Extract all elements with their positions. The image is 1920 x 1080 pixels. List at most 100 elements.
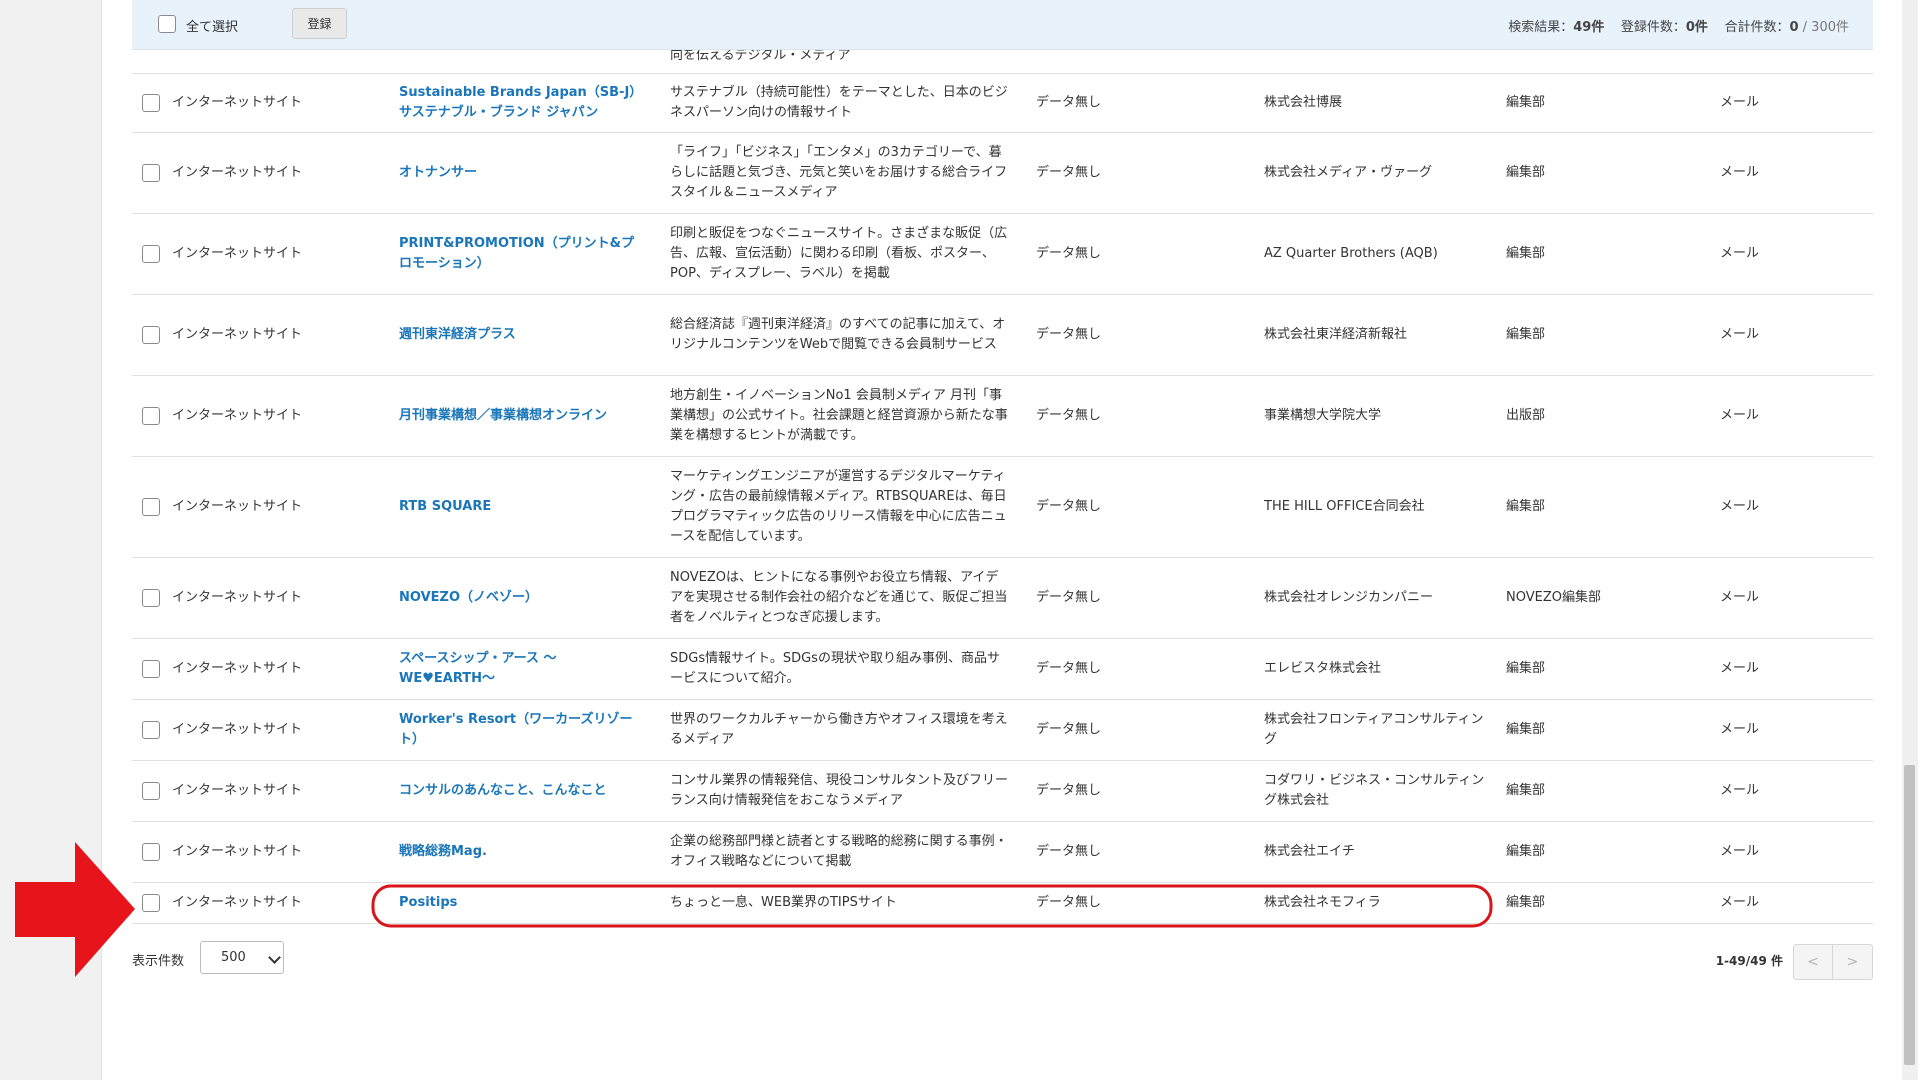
row-description: NOVEZOは、ヒントになる事例やお役立ち情報、アイデアを実現させる制作会社の紹… <box>670 570 1008 625</box>
row-description: 「ライフ」「ビジネス」「エンタメ」の3カテゴリーで、暮らしに話題と気づき、元気と… <box>670 145 1008 200</box>
row-department: 編集部 <box>1506 661 1546 676</box>
row-checkbox[interactable] <box>142 407 160 425</box>
row-checkbox[interactable] <box>142 326 160 344</box>
prev-page-button[interactable]: < <box>1793 944 1833 980</box>
row-company: 事業構想大学院大学 <box>1264 408 1382 423</box>
row-type: インターネットサイト <box>172 408 303 423</box>
total-count-label: 合計件数： <box>1724 20 1790 35</box>
row-description: 世界のワークカルチャーから働き方やオフィス環境を考えるメディア <box>670 712 1008 747</box>
row-department: 編集部 <box>1506 895 1546 910</box>
table-row: インターネットサイト PRINT&PROMOTION（プリント&プロモーション） 印… <box>132 214 1873 295</box>
scrollbar-thumb[interactable] <box>1904 765 1915 1065</box>
row-description: サステナブル（持続可能性）をテーマとした、日本のビジネスパーソン向けの情報サイト <box>670 84 1008 120</box>
row-media-name-link[interactable]: 週刊東洋経済プラス <box>399 325 639 345</box>
row-media-name-link[interactable]: 戦略総務Mag. <box>399 842 639 862</box>
row-media-name-link[interactable]: RTB SQUARE <box>399 497 639 517</box>
row-description: 地方創生・イノベーションNo1 会員制メディア 月刊「事業構想」の公式サイト。社… <box>670 388 1008 443</box>
row-media-name-link[interactable]: PRINT&PROMOTION（プリント&プロモーション） <box>399 234 639 274</box>
row-type: インターネットサイト <box>172 661 303 676</box>
row-data-status: データ無し <box>1036 722 1102 737</box>
row-checkbox[interactable] <box>142 164 160 182</box>
per-page-value: 500 <box>221 950 246 965</box>
row-contact-method: メール <box>1720 327 1760 342</box>
row-checkbox[interactable] <box>142 93 160 112</box>
table-row: インターネットサイト Worker's Resort（ワーカーズリゾート） 世界のワ… <box>132 700 1873 761</box>
row-contact-method: メール <box>1720 165 1760 180</box>
row-checkbox[interactable] <box>142 589 160 607</box>
row-checkbox[interactable] <box>142 660 160 678</box>
row-type: インターネットサイト <box>172 722 303 737</box>
row-type: インターネットサイト <box>172 895 303 910</box>
row-department: 編集部 <box>1506 246 1546 261</box>
row-media-name-link[interactable]: スペースシップ・アース ～WE♥EARTH～ <box>399 649 639 689</box>
row-data-status: データ無し <box>1036 783 1102 798</box>
row-department: 編集部 <box>1506 499 1546 514</box>
row-department: 編集部 <box>1506 94 1546 110</box>
row-checkbox[interactable] <box>142 721 160 739</box>
row-data-status: データ無し <box>1036 499 1102 514</box>
row-type: インターネットサイト <box>172 844 303 859</box>
row-checkbox[interactable] <box>142 782 160 800</box>
result-stats: 検索結果：49件 登録件数：0件 合計件数：0 / 300件 <box>1508 16 1849 35</box>
red-arrow-annotation <box>15 842 135 977</box>
row-media-name-link[interactable]: Worker's Resort（ワーカーズリゾート） <box>399 710 639 750</box>
table-row: インターネットサイト スペースシップ・アース ～WE♥EARTH～ SDGs情報サイ… <box>132 639 1873 700</box>
row-data-status: データ無し <box>1036 661 1102 676</box>
row-type: インターネットサイト <box>172 590 303 605</box>
select-all-checkbox[interactable] <box>158 15 176 33</box>
row-contact-method: メール <box>1720 246 1760 261</box>
total-count-max: / 300件 <box>1798 20 1849 35</box>
registered-count-value: 0件 <box>1685 20 1708 35</box>
row-department: 編集部 <box>1506 783 1546 798</box>
search-results-value: 49件 <box>1573 20 1605 35</box>
total-count-value: 0 <box>1789 20 1799 35</box>
row-company: 株式会社東洋経済新報社 <box>1264 327 1408 342</box>
row-description: 総合経済誌『週刊東洋経済』のすべての記事に加えて、オリジナルコンテンツをWebで… <box>670 317 1006 352</box>
next-page-button[interactable]: > <box>1833 944 1873 980</box>
row-contact-method: メール <box>1720 499 1760 514</box>
pagination-range: 1-49/49 件 <box>1715 954 1783 968</box>
row-media-name-link[interactable]: オトナンサー <box>399 163 639 183</box>
row-type: インターネットサイト <box>172 165 303 180</box>
row-department: 編集部 <box>1506 327 1546 342</box>
row-department: 編集部 <box>1506 165 1546 180</box>
row-contact-method: メール <box>1720 722 1760 737</box>
row-contact-method: メール <box>1720 408 1760 423</box>
per-page-label: 表示件数 <box>132 954 185 969</box>
row-data-status: データ無し <box>1036 246 1102 261</box>
table-footer: 表示件数 500 1-49/49 件 < > <box>132 940 1873 980</box>
row-checkbox[interactable] <box>142 894 160 912</box>
row-data-status: データ無し <box>1036 590 1102 605</box>
row-checkbox[interactable] <box>142 498 160 516</box>
row-data-status: データ無し <box>1036 844 1102 859</box>
row-company: 株式会社エイチ <box>1264 844 1356 859</box>
table-row: インターネットサイト Sustainable Brands Japan（SB-J）… <box>132 73 1873 133</box>
row-company: THE HILL OFFICE合同会社 <box>1264 499 1425 514</box>
row-company: コダワリ・ビジネス・コンサルティング株式会社 <box>1264 773 1485 808</box>
table-row: インターネットサイト 月刊事業構想／事業構想オンライン 地方創生・イノベーションNo… <box>132 376 1873 457</box>
table-row: インターネットサイト NOVEZO（ノベゾー） NOVEZOは、ヒントになる事例やお… <box>132 558 1873 639</box>
row-type: インターネットサイト <box>172 327 303 342</box>
row-media-name-link[interactable]: 月刊事業構想／事業構想オンライン <box>399 406 639 426</box>
row-data-status: データ無し <box>1036 94 1102 110</box>
row-media-name-link[interactable]: NOVEZO（ノベゾー） <box>399 588 639 608</box>
row-data-status: データ無し <box>1036 327 1102 342</box>
table-row: インターネットサイト 週刊東洋経済プラス 総合経済誌『週刊東洋経済』のすべての記事に… <box>132 295 1873 376</box>
row-description: マーケティングエンジニアが運営するデジタルマーケティング・広告の最前線情報メディ… <box>670 469 1007 544</box>
row-media-name-link[interactable]: Sustainable Brands Japan（SB-J）サステナブル・ブラン… <box>399 83 639 123</box>
row-type: インターネットサイト <box>172 783 303 798</box>
row-company: 株式会社メディア・ヴァーグ <box>1264 165 1433 180</box>
row-department: NOVEZO編集部 <box>1506 590 1601 605</box>
row-contact-method: メール <box>1720 895 1760 910</box>
row-contact-method: メール <box>1720 661 1760 676</box>
row-checkbox[interactable] <box>142 843 160 861</box>
row-data-status: データ無し <box>1036 408 1102 423</box>
row-type: インターネットサイト <box>172 94 303 110</box>
row-description: 企業の総務部門様と読者とする戦略的総務に関する事例・オフィス戦略などについて掲載 <box>670 834 1008 869</box>
row-company: 株式会社フロンティアコンサルティング <box>1264 712 1484 747</box>
row-media-name-link[interactable]: コンサルのあんなこと、こんなこと <box>399 781 639 801</box>
row-company: エレビスタ株式会社 <box>1264 661 1382 676</box>
row-type: インターネットサイト <box>172 499 303 514</box>
register-button[interactable]: 登録 <box>292 8 347 39</box>
row-checkbox[interactable] <box>142 245 160 263</box>
